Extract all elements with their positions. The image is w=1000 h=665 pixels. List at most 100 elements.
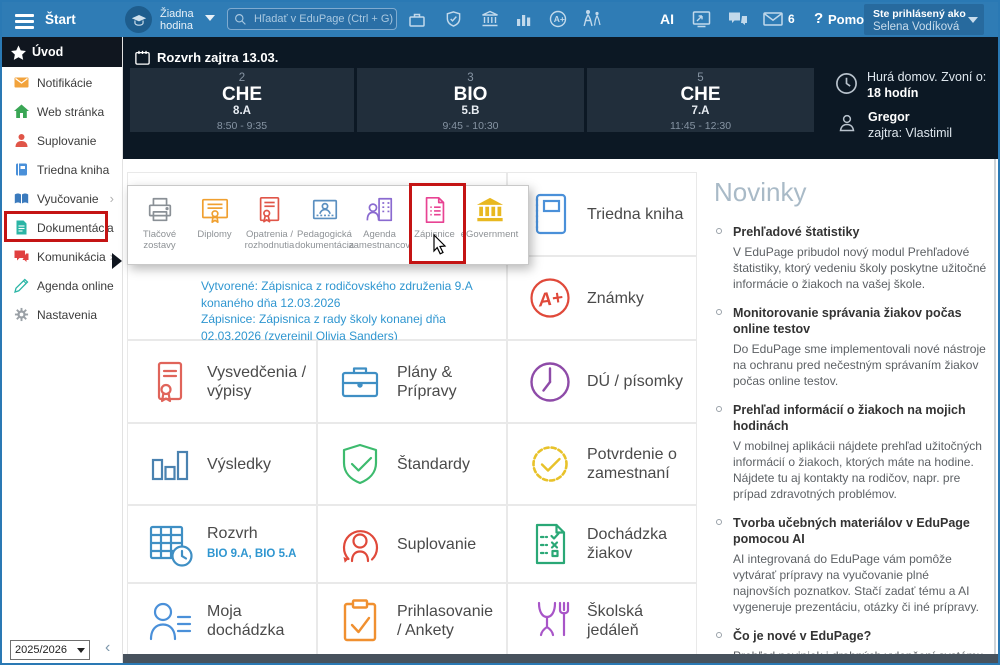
- news-item-heading[interactable]: Čo je nové v EduPage?: [733, 628, 989, 644]
- document-icon: [14, 220, 29, 235]
- tile-label: Moja dochádzka: [207, 603, 285, 639]
- tile-du-pisomky[interactable]: DÚ / písomky: [507, 340, 697, 423]
- sidebar-item-web-stranka[interactable]: Web stránka: [2, 97, 122, 126]
- excursion-people-icon[interactable]: [581, 9, 603, 29]
- calendar-icon: [135, 50, 150, 65]
- screen-cast-icon[interactable]: [692, 10, 711, 28]
- start-menu-label[interactable]: Štart: [45, 12, 76, 27]
- tile-prihlasovanie-ankety[interactable]: Prihlasovanie / Ankety: [317, 583, 507, 658]
- person-lines-icon: [146, 597, 194, 645]
- popup-item-egovernment[interactable]: eGovernment: [461, 192, 518, 264]
- mail-envelope-icon[interactable]: [763, 12, 783, 26]
- sidebar-item-notifikacie[interactable]: Notifikácie: [2, 68, 122, 97]
- sidebar-item-triedna-kniha[interactable]: Triedna kniha: [2, 155, 122, 184]
- popup-item-agenda-zamestnancov[interactable]: Agenda zamestnancov: [349, 192, 410, 264]
- shield-check-icon[interactable]: [445, 10, 462, 28]
- sidebar-item-komunikacia[interactable]: Komunikácia ›: [2, 242, 122, 271]
- ai-menu[interactable]: AI: [660, 11, 674, 27]
- lesson-card[interactable]: 3 BIO 5.B 9:45 - 10:30: [357, 68, 584, 132]
- tile-plany-pripravy[interactable]: Plány & Prípravy: [317, 340, 507, 423]
- news-item: Prehľadové štatistiky V EduPage pribudol…: [714, 224, 989, 292]
- news-item-body: Do EduPage sme implementovali nové nástr…: [733, 342, 986, 388]
- user-name: Selena Vodíková: [873, 21, 960, 33]
- tile-vysledky[interactable]: Výsledky: [127, 423, 317, 505]
- search-input[interactable]: [252, 12, 396, 26]
- popup-item-opatrenia[interactable]: Opatrenia / rozhodnutia: [242, 192, 297, 264]
- sidebar: Úvod Notifikácie Web stránka Suplovanie …: [2, 37, 123, 663]
- lesson-card[interactable]: 2 CHE 8.A 8:50 - 9:35: [130, 68, 354, 132]
- mail-count-badge: 6: [788, 12, 795, 26]
- sidebar-item-dokumentacia[interactable]: Dokumentácia: [2, 213, 122, 242]
- person-icon: [14, 133, 29, 148]
- sidebar-item-label: Nastavenia: [37, 307, 98, 322]
- bar-chart-icon: [146, 440, 194, 488]
- lesson-time: 9:45 - 10:30: [442, 120, 499, 132]
- popup-item-zapisnice[interactable]: Zápisnice: [407, 192, 462, 264]
- sidebar-item-agenda-online[interactable]: Agenda online: [2, 271, 122, 300]
- person-building-icon: [365, 195, 395, 225]
- collapse-sidebar-button[interactable]: ‹: [105, 639, 110, 657]
- tile-label: Triedna kniha: [587, 205, 684, 223]
- chevron-down-icon: [77, 647, 85, 653]
- lesson-time: 11:45 - 12:30: [669, 120, 732, 132]
- tile-label: Výsledky: [207, 455, 272, 473]
- bank-building-icon[interactable]: [481, 10, 499, 28]
- user-menu[interactable]: Ste prihlásený ako Selena Vodíková: [864, 4, 984, 35]
- tile-skolska-jedalen[interactable]: Školská jedáleň: [507, 583, 697, 658]
- lesson-card[interactable]: 5 CHE 7.A 11:45 - 12:30: [587, 68, 814, 132]
- statistics-icon[interactable]: [516, 11, 532, 27]
- tile-label: DÚ / písomky: [587, 373, 684, 390]
- clock-icon: [835, 72, 858, 100]
- school-year-selector[interactable]: 2025/2026: [10, 640, 90, 660]
- tile-rozvrh[interactable]: Rozvrh BIO 9.A, BIO 5.A: [127, 505, 317, 583]
- tile-standardy[interactable]: Štandardy: [317, 423, 507, 505]
- hamburger-menu-icon[interactable]: [15, 11, 34, 32]
- tile-potvrdenie[interactable]: Potvrdenie o zamestnaní: [507, 423, 697, 505]
- grades-a-plus-icon[interactable]: A+: [549, 10, 567, 28]
- popup-item-pedagogicka-dokumentacia[interactable]: Pedagogická dokumentácia: [295, 192, 354, 264]
- document-recent-links[interactable]: Vytvorené: Zápisnica z rodičovského zdru…: [201, 278, 501, 344]
- schedule-title: Rozvrh zajtra 13.03.: [135, 50, 278, 65]
- duty-name: Gregor: [868, 110, 910, 124]
- briefcase-icon[interactable]: [408, 11, 426, 28]
- sidebar-item-uvod[interactable]: Úvod: [2, 37, 122, 67]
- popup-item-tlacove-zostavy[interactable]: Tlačové zostavy: [132, 192, 187, 264]
- edupage-window: Štart Žiadna hodina Hľadať v EduPage (Ct…: [0, 0, 1000, 665]
- tile-subtitle[interactable]: BIO 9.A, BIO 5.A: [207, 545, 296, 564]
- book-icon: [14, 162, 29, 177]
- tile-label: Rozvrh: [207, 525, 258, 542]
- popup-item-label: Diplomy: [197, 229, 232, 240]
- sidebar-item-suplovanie[interactable]: Suplovanie: [2, 126, 122, 155]
- news-item-heading[interactable]: Monitorovanie správania žiakov počas onl…: [733, 305, 989, 337]
- lesson-selector-line2: hodina: [160, 20, 194, 32]
- tile-dochadzka-ziakov[interactable]: Dochádzka žiakov: [507, 505, 697, 583]
- tile-znamky[interactable]: A+ Známky: [507, 256, 697, 340]
- bullet-icon: [716, 228, 722, 234]
- svg-text:A+: A+: [554, 14, 565, 24]
- popup-item-diplomy[interactable]: Diplomy: [187, 192, 242, 264]
- tile-suplovanie[interactable]: Suplovanie: [317, 505, 507, 583]
- sidebar-item-vyucovanie[interactable]: Vyučovanie ›: [2, 184, 122, 213]
- news-item-heading[interactable]: Prehľad informácií o žiakoch na mojich h…: [733, 402, 989, 434]
- tile-triedna-kniha[interactable]: Triedna kniha: [507, 172, 697, 256]
- checklist-icon: [526, 520, 574, 568]
- search-box[interactable]: [227, 8, 397, 30]
- chat-bubbles-icon[interactable]: [728, 11, 748, 28]
- chevron-down-icon[interactable]: [205, 15, 215, 21]
- current-lesson-avatar[interactable]: [125, 6, 152, 33]
- tile-vysvedcenia[interactable]: Vysvedčenia / výpisy: [127, 340, 317, 423]
- news-item-heading[interactable]: Prehľadové štatistiky: [733, 224, 989, 240]
- bullet-icon: [716, 519, 722, 525]
- sidebar-item-nastavenia[interactable]: Nastavenia: [2, 300, 122, 329]
- open-book-icon: [14, 191, 29, 206]
- dokumentacia-popup: Tlačové zostavy Diplomy Opatrenia / rozh…: [127, 185, 529, 265]
- scrollbar-track[interactable]: [994, 159, 996, 657]
- tile-moja-dochadzka[interactable]: Moja dochádzka: [127, 583, 317, 658]
- help-question-icon[interactable]: ?: [814, 10, 823, 27]
- house-icon: [14, 104, 29, 119]
- bullet-icon: [716, 309, 722, 315]
- lesson-selector[interactable]: Žiadna hodina: [160, 8, 194, 32]
- document-link[interactable]: Vytvorené: Zápisnica z rodičovského zdru…: [201, 278, 501, 311]
- news-item-heading[interactable]: Tvorba učebných materiálov v EduPage pom…: [733, 515, 989, 547]
- news-item: Prehľad informácií o žiakoch na mojich h…: [714, 402, 989, 502]
